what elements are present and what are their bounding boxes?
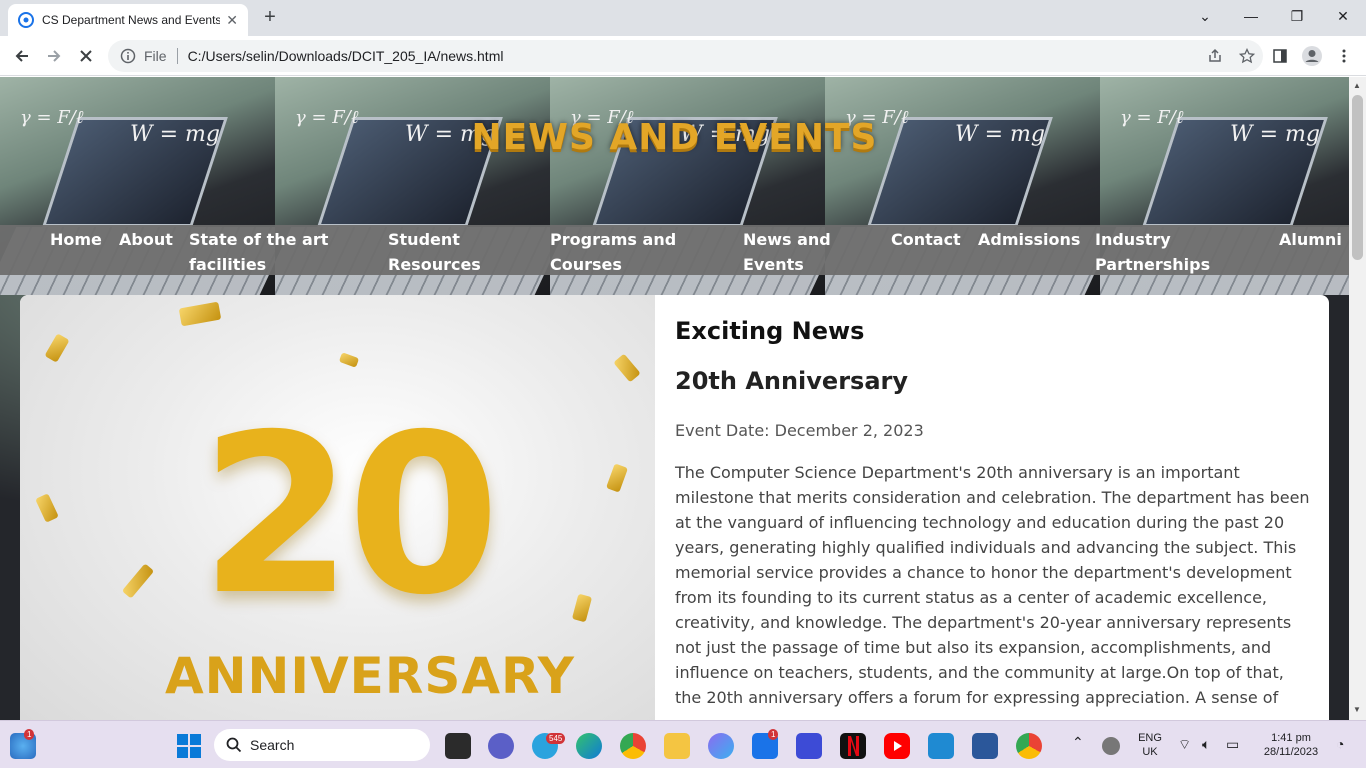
- scroll-down-arrow-icon[interactable]: ▼: [1353, 705, 1361, 714]
- address-divider: [176, 48, 178, 64]
- profile-avatar-icon[interactable]: [1300, 44, 1324, 68]
- nav-item-home[interactable]: Home: [50, 227, 102, 252]
- search-icon: [226, 737, 242, 753]
- word-icon[interactable]: [972, 733, 998, 759]
- file-explorer-icon[interactable]: [664, 733, 690, 759]
- anniversary-word: ANNIVERSARY: [164, 647, 576, 705]
- teams-chat-icon[interactable]: [488, 733, 514, 759]
- browser-tab[interactable]: CS Department News and Events ✕: [8, 4, 248, 36]
- event-description: The Computer Science Department's 20th a…: [675, 463, 1310, 707]
- nav-item-about[interactable]: About: [119, 227, 173, 252]
- chrome-icon[interactable]: [620, 733, 646, 759]
- tab-search-chevron-down-icon[interactable]: ⌄: [1182, 0, 1228, 32]
- chrome-active-icon[interactable]: [1016, 733, 1042, 759]
- back-arrow-icon[interactable]: [10, 44, 34, 68]
- nav-item-industry-partnerships[interactable]: Industry Partnerships: [1095, 227, 1215, 277]
- nav-item-admissions[interactable]: Admissions: [978, 227, 1080, 252]
- page-favicon-icon: [18, 12, 34, 28]
- security-status-icon[interactable]: [1102, 737, 1120, 755]
- anniversary-image: 20 ANNIVERSARY: [20, 295, 655, 720]
- volume-icon[interactable]: 🔈︎: [1202, 737, 1210, 751]
- clock[interactable]: 1:41 pm 28/11/2023: [1252, 731, 1330, 759]
- side-panel-icon[interactable]: [1268, 44, 1292, 68]
- search-label: Search: [250, 737, 295, 753]
- telegram-badge: 545: [546, 733, 566, 744]
- copilot-icon[interactable]: [708, 733, 734, 759]
- nav-item-contact[interactable]: Contact: [891, 227, 961, 252]
- address-url[interactable]: C:/Users/selin/Downloads/DCIT_205_IA/new…: [188, 48, 1199, 64]
- nav-item-news-events[interactable]: News and Events: [743, 227, 843, 277]
- share-icon[interactable]: [1199, 40, 1231, 72]
- notification-bell-icon[interactable]: ◔: [1336, 737, 1344, 751]
- netflix-icon[interactable]: [840, 733, 866, 759]
- page-viewport: γ = F/ℓ W = mg γ = F/ℓ W = mg γ = F/ℓ W = m…: [0, 77, 1349, 720]
- menu-kebab-icon[interactable]: [1332, 44, 1356, 68]
- region-code: UK: [1142, 746, 1158, 758]
- edge-browser-icon[interactable]: [576, 733, 602, 759]
- nav-item-facilities[interactable]: State of the art facilities: [189, 227, 329, 277]
- anniversary-number: 20: [200, 387, 500, 643]
- tab-title: CS Department News and Events: [42, 13, 221, 27]
- youtube-icon[interactable]: [884, 733, 910, 759]
- vscode-icon[interactable]: [928, 733, 954, 759]
- minimize-button[interactable]: —: [1228, 0, 1274, 32]
- forward-arrow-icon[interactable]: [42, 44, 66, 68]
- page-scrollbar[interactable]: ▲ ▼: [1349, 77, 1366, 720]
- address-scheme: File: [144, 48, 167, 64]
- nav-item-alumni[interactable]: Alumni: [1279, 227, 1342, 252]
- event-title: 20th Anniversary: [675, 367, 909, 395]
- browser-toolbar: File C:/Users/selin/Downloads/DCIT_205_I…: [0, 36, 1366, 76]
- scrollbar-thumb[interactable]: [1352, 95, 1363, 260]
- bookmark-star-icon[interactable]: [1231, 40, 1263, 72]
- language-code: ENG: [1138, 732, 1162, 744]
- address-bar[interactable]: File C:/Users/selin/Downloads/DCIT_205_I…: [108, 40, 1263, 72]
- page-title: NEWS AND EVENTS: [471, 117, 878, 158]
- clock-date: 28/11/2023: [1263, 746, 1319, 758]
- taskbar-search-box[interactable]: Search: [214, 729, 430, 761]
- info-icon[interactable]: [120, 48, 136, 64]
- windows-taskbar: 1 Search 545 1 ⌃ ENG UK ⌔ 🔈︎ ▭ 1:41 pm 2…: [0, 720, 1366, 768]
- app-icon[interactable]: [796, 733, 822, 759]
- windows-start-icon[interactable]: [176, 733, 202, 759]
- main-navigation: Home About State of the art facilities S…: [0, 225, 1349, 275]
- language-indicator[interactable]: ENG UK: [1134, 731, 1166, 759]
- nav-item-student-resources[interactable]: Student Resources: [388, 227, 488, 277]
- restore-button[interactable]: ❐: [1274, 0, 1320, 32]
- wifi-icon[interactable]: ⌔: [1178, 737, 1191, 751]
- news-heading: Exciting News: [675, 317, 865, 345]
- battery-icon[interactable]: ▭: [1226, 737, 1239, 751]
- close-window-button[interactable]: ✕: [1320, 0, 1366, 32]
- stop-loading-icon[interactable]: [74, 44, 98, 68]
- close-tab-icon[interactable]: ✕: [226, 12, 238, 29]
- news-card: 20 ANNIVERSARY Exciting News 20th Annive…: [20, 295, 1329, 720]
- show-hidden-icons-chevron-up-icon[interactable]: ⌃: [1072, 735, 1084, 749]
- tab-strip: CS Department News and Events ✕ + ⌄ — ❐ …: [0, 0, 1366, 36]
- nav-item-programs[interactable]: Programs and Courses: [550, 227, 680, 277]
- task-view-icon[interactable]: [445, 733, 471, 759]
- new-tab-button[interactable]: +: [258, 6, 282, 30]
- news-content: Exciting News 20th Anniversary Event Dat…: [675, 317, 1315, 710]
- event-date: Event Date: December 2, 2023: [675, 421, 924, 440]
- scroll-up-arrow-icon[interactable]: ▲: [1353, 81, 1361, 90]
- clock-time: 1:41 pm: [1271, 732, 1311, 744]
